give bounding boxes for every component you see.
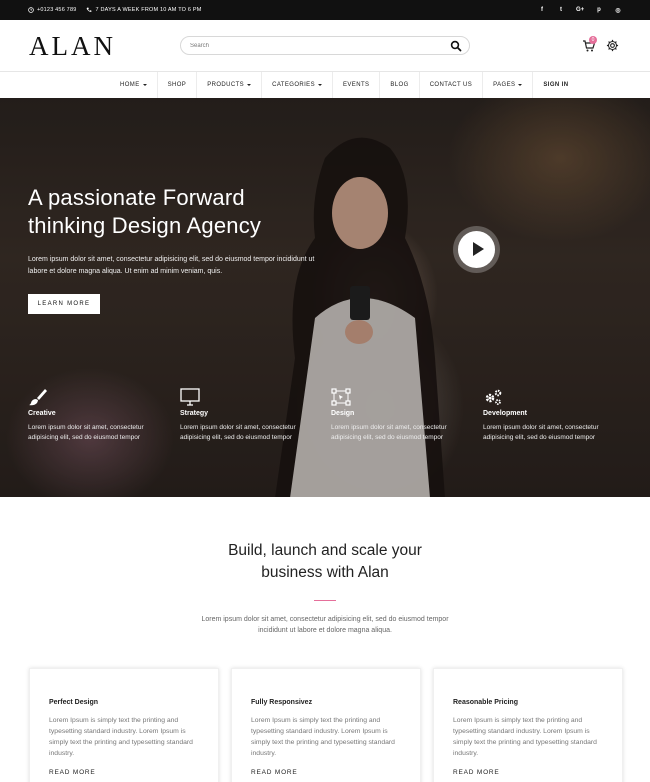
search-input[interactable] xyxy=(190,40,440,52)
nav-item-label: PAGES xyxy=(493,82,516,88)
google-plus-icon[interactable]: G+ xyxy=(576,7,584,13)
hero-text: Lorem ipsum dolor sit amet, consectetur … xyxy=(28,256,315,275)
feature-strategy: Strategy Lorem ipsum dolor sit amet, con… xyxy=(180,388,310,443)
feature-title: Design xyxy=(331,410,355,417)
nav-item-contact-us[interactable]: CONTACT US xyxy=(420,72,484,98)
main-nav: HOME SHOP PRODUCTS CATEGORIES EVENTS BLOG CONT… xyxy=(0,72,650,98)
nav-item-label: CATEGORIES xyxy=(272,82,315,88)
nav-item-label: EVENTS xyxy=(343,82,370,88)
nav-item-label: SHOP xyxy=(167,82,187,88)
feature-title: Development xyxy=(483,410,527,417)
feature-title: Strategy xyxy=(180,410,209,417)
caret-down-icon xyxy=(518,84,523,86)
feature-creative: Creative Lorem ipsum dolor sit amet, con… xyxy=(28,388,158,443)
nav-list: HOME SHOP PRODUCTS CATEGORIES EVENTS BLOG CONT… xyxy=(110,72,579,98)
service-card: Reasonable Pricing Lorem Ipsum is simply… xyxy=(433,668,623,782)
search-icon[interactable] xyxy=(450,40,462,52)
gear-icon[interactable] xyxy=(606,39,619,52)
gears-icon xyxy=(485,389,502,405)
nav-item-label: PRODUCTS xyxy=(207,82,245,88)
read-more-link[interactable]: READ MORE xyxy=(49,769,199,776)
card-title: Fully Responsivez xyxy=(251,699,313,706)
card-text: Lorem Ipsum is simply text the printing … xyxy=(251,717,395,757)
feature-title: Creative xyxy=(28,410,56,417)
nav-item-shop[interactable]: SHOP xyxy=(158,72,198,98)
section-text: Lorem ipsum dolor sit amet, consectetur … xyxy=(201,616,449,634)
play-video-button[interactable] xyxy=(453,226,500,273)
nav-item-pages[interactable]: PAGES xyxy=(483,72,534,98)
nav-item-products[interactable]: PRODUCTS xyxy=(197,72,263,98)
site-logo[interactable]: ALAN xyxy=(29,31,116,62)
social-links: f t G+ p ◎ xyxy=(538,0,622,20)
learn-more-button[interactable]: LEARN MORE xyxy=(28,294,100,314)
play-icon xyxy=(473,242,484,256)
card-text: Lorem Ipsum is simply text the printing … xyxy=(453,717,597,757)
read-more-link[interactable]: READ MORE xyxy=(453,769,603,776)
hours-info: 7 DAYS A WEEK FROM 10 AM TO 6 PM xyxy=(86,7,201,13)
caret-down-icon xyxy=(247,84,252,86)
top-bar: +0123 456 789 7 DAYS A WEEK FROM 10 AM T… xyxy=(0,0,650,20)
nav-item-label: CONTACT US xyxy=(429,82,473,88)
feature-text: Lorem ipsum dolor sit amet, consectetur … xyxy=(331,424,447,441)
cart-count-badge: 0 xyxy=(589,36,597,44)
card-title: Perfect Design xyxy=(49,699,99,706)
opening-hours: 7 DAYS A WEEK FROM 10 AM TO 6 PM xyxy=(95,7,202,13)
section-title-line-2: business with Alan xyxy=(261,564,389,581)
nav-item-sign-in[interactable]: SIGN IN xyxy=(533,72,578,98)
nav-item-events[interactable]: EVENTS xyxy=(333,72,381,98)
feature-design: Design Lorem ipsum dolor sit amet, conse… xyxy=(331,388,461,443)
feature-development: Development Lorem ipsum dolor sit amet, … xyxy=(483,388,613,443)
play-button-circle xyxy=(458,231,495,268)
vector-design-icon xyxy=(331,388,351,406)
twitter-icon[interactable]: t xyxy=(557,7,565,13)
instagram-icon[interactable]: ◎ xyxy=(614,7,622,14)
card-text: Lorem Ipsum is simply text the printing … xyxy=(49,717,193,757)
nav-item-label: BLOG xyxy=(390,82,409,88)
feature-text: Lorem ipsum dolor sit amet, consectetur … xyxy=(483,424,599,441)
nav-item-label: HOME xyxy=(120,82,140,88)
service-card: Perfect Design Lorem Ipsum is simply tex… xyxy=(29,668,219,782)
pinterest-icon[interactable]: p xyxy=(595,7,603,13)
section-title: Build, launch and scale your business wi… xyxy=(125,540,525,584)
phone-number: +0123 456 789 xyxy=(37,7,77,13)
site-header: ALAN 0 xyxy=(0,20,650,72)
read-more-link[interactable]: READ MORE xyxy=(251,769,401,776)
search-box xyxy=(180,36,470,55)
nav-item-blog[interactable]: BLOG xyxy=(380,72,420,98)
facebook-icon[interactable]: f xyxy=(538,7,546,13)
phone-icon xyxy=(87,7,92,12)
paint-brush-icon xyxy=(29,389,47,406)
phone-info[interactable]: +0123 456 789 xyxy=(28,7,76,13)
section-divider xyxy=(314,600,336,601)
monitor-icon xyxy=(180,388,200,406)
caret-down-icon xyxy=(142,84,147,86)
feature-text: Lorem ipsum dolor sit amet, consectetur … xyxy=(180,424,296,441)
nav-item-categories[interactable]: CATEGORIES xyxy=(262,72,333,98)
hero-title: A passionate Forward thinking Design Age… xyxy=(28,185,262,238)
hero-banner: A passionate Forward thinking Design Age… xyxy=(0,98,650,497)
section-title-line-1: Build, launch and scale your xyxy=(228,542,422,559)
caret-down-icon xyxy=(318,84,322,86)
service-card: Fully Responsivez Lorem Ipsum is simply … xyxy=(231,668,421,782)
feature-text: Lorem ipsum dolor sit amet, consectetur … xyxy=(28,424,144,441)
card-title: Reasonable Pricing xyxy=(453,699,518,706)
nav-item-label: SIGN IN xyxy=(543,82,569,88)
nav-item-home[interactable]: HOME xyxy=(110,72,158,98)
contact-info: +0123 456 789 7 DAYS A WEEK FROM 10 AM T… xyxy=(28,0,202,20)
clock-icon xyxy=(28,7,34,13)
